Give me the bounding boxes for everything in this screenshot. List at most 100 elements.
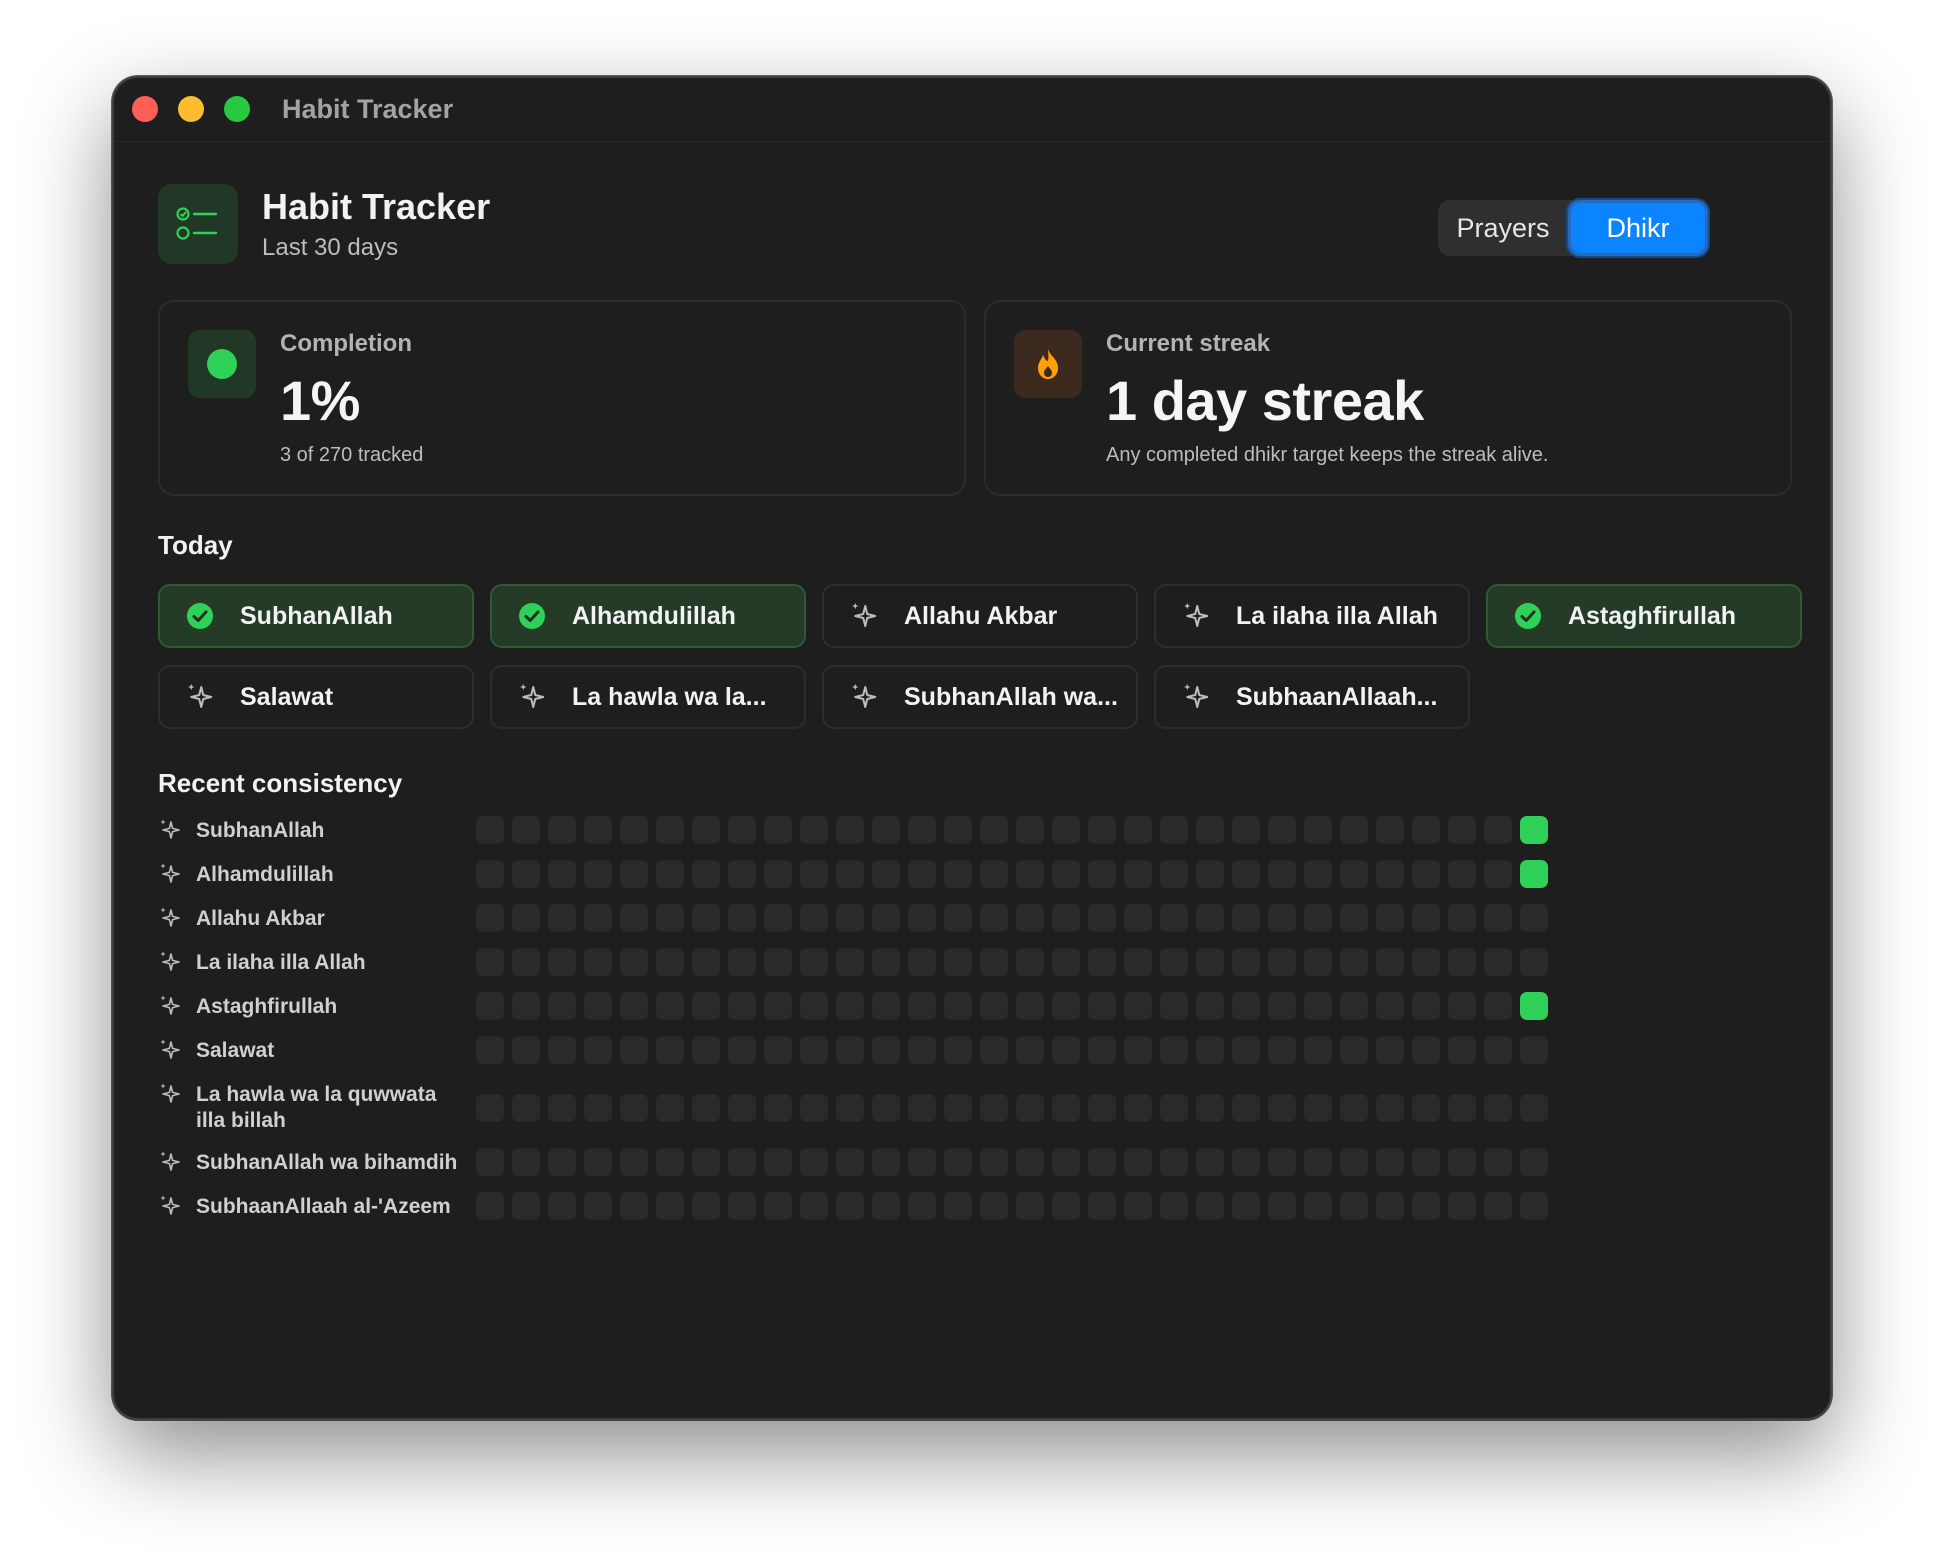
day-cell [1232, 1192, 1260, 1220]
segment-dhikr[interactable]: Dhikr [1568, 200, 1708, 256]
day-cell [620, 948, 648, 976]
day-cell [1052, 860, 1080, 888]
streak-card: Current streak 1 day streak Any complete… [984, 300, 1792, 496]
day-cell [1268, 904, 1296, 932]
today-chip[interactable]: Astaghfirullah [1486, 584, 1802, 648]
day-cell [944, 904, 972, 932]
sparkle-icon [158, 1038, 182, 1062]
day-cell [764, 860, 792, 888]
checklist-icon [158, 184, 238, 264]
day-cell [800, 1148, 828, 1176]
day-cell [728, 904, 756, 932]
close-window-button[interactable] [132, 96, 158, 122]
day-cell [728, 1192, 756, 1220]
day-cell [980, 1148, 1008, 1176]
day-cell [1124, 1094, 1152, 1122]
day-cell [908, 860, 936, 888]
today-chip-label: La ilaha illa Allah [1236, 601, 1438, 630]
day-cell [908, 1094, 936, 1122]
sparkle-icon [846, 679, 882, 715]
today-chip[interactable]: SubhanAllah [158, 584, 474, 648]
day-cell [1268, 1192, 1296, 1220]
today-chip[interactable]: La hawla wa la... [490, 665, 806, 729]
day-cell [548, 904, 576, 932]
day-cell [1520, 1094, 1548, 1122]
day-cell [908, 1148, 936, 1176]
today-chip[interactable]: Allahu Akbar [822, 584, 1138, 648]
day-cell [1160, 860, 1188, 888]
day-cell [1052, 816, 1080, 844]
day-cell [512, 860, 540, 888]
day-cell [1160, 1148, 1188, 1176]
day-cell [1340, 860, 1368, 888]
day-cell [512, 948, 540, 976]
streak-value: 1 day streak [1106, 369, 1424, 432]
day-cell [836, 904, 864, 932]
day-cell [476, 948, 504, 976]
day-cell [1160, 904, 1188, 932]
day-cell [1124, 948, 1152, 976]
day-cell [1232, 816, 1260, 844]
day-cell [1412, 1036, 1440, 1064]
today-chip[interactable]: Alhamdulillah [490, 584, 806, 648]
day-cell [1232, 948, 1260, 976]
today-chip[interactable]: La ilaha illa Allah [1154, 584, 1470, 648]
day-cell [1124, 904, 1152, 932]
zoom-window-button[interactable] [224, 96, 250, 122]
today-chip-label: Allahu Akbar [904, 601, 1058, 630]
day-cell [584, 904, 612, 932]
day-cell [764, 1094, 792, 1122]
today-chip[interactable]: Salawat [158, 665, 474, 729]
day-cell [1520, 948, 1548, 976]
day-cell [764, 816, 792, 844]
sparkle-icon [158, 1150, 182, 1174]
day-cell [1448, 948, 1476, 976]
day-cell [980, 860, 1008, 888]
day-cell [1160, 1094, 1188, 1122]
day-cell [1304, 1148, 1332, 1176]
today-chip[interactable]: SubhaanAllaah... [1154, 665, 1470, 729]
day-cell [980, 1094, 1008, 1122]
checkmark-circle-icon [182, 598, 218, 634]
day-cell [512, 992, 540, 1020]
day-cell [908, 1192, 936, 1220]
day-cell [1376, 816, 1404, 844]
minimize-window-button[interactable] [178, 96, 204, 122]
day-cell [1304, 948, 1332, 976]
completion-value: 1% [280, 369, 360, 432]
today-chip[interactable]: SubhanAllah wa... [822, 665, 1138, 729]
day-cell [584, 1192, 612, 1220]
day-cell [548, 1192, 576, 1220]
segment-prayers[interactable]: Prayers [1438, 200, 1568, 256]
day-cell [944, 1036, 972, 1064]
day-cell [980, 1192, 1008, 1220]
day-cell [1520, 1148, 1548, 1176]
day-cell [836, 1094, 864, 1122]
day-cell [548, 992, 576, 1020]
day-cell [1412, 1192, 1440, 1220]
day-cell [1088, 1148, 1116, 1176]
day-cell [836, 1148, 864, 1176]
day-cell [908, 948, 936, 976]
day-cell [692, 992, 720, 1020]
day-cell [1304, 904, 1332, 932]
day-cell [728, 816, 756, 844]
day-cell [584, 948, 612, 976]
day-cell [872, 1094, 900, 1122]
day-cell [1376, 904, 1404, 932]
day-cell [656, 992, 684, 1020]
day-cell [476, 1094, 504, 1122]
sparkle-icon [158, 950, 182, 974]
day-cell [944, 948, 972, 976]
day-cell [1412, 1148, 1440, 1176]
day-cell [1124, 816, 1152, 844]
day-cell [1304, 1036, 1332, 1064]
today-chip-label: Alhamdulillah [572, 601, 736, 630]
consistency-row-label: La hawla wa la quwwata illa billah [196, 1083, 437, 1132]
day-cell [836, 860, 864, 888]
day-cell [1052, 948, 1080, 976]
day-cell [1052, 1192, 1080, 1220]
consistency-row-label: SubhanAllah wa bihamdih [196, 1151, 458, 1174]
day-cell [872, 948, 900, 976]
day-cell [512, 1036, 540, 1064]
